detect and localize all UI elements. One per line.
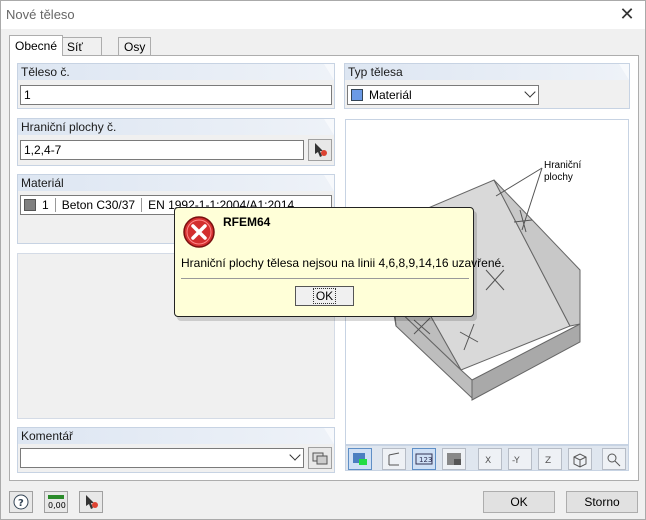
view-z-icon: Z <box>545 456 551 466</box>
cancel-button[interactable]: Storno <box>566 491 638 513</box>
boundary-annotation: Hraniční plochy <box>544 160 582 183</box>
svg-text:X: X <box>485 456 491 466</box>
material-name: Beton C30/37 <box>61 198 136 212</box>
comment-label: Komentář <box>18 428 334 444</box>
error-icon <box>183 216 215 248</box>
body-type-value: Materiál <box>369 88 412 102</box>
pick-surfaces-button[interactable] <box>308 139 332 161</box>
svg-text:123: 123 <box>419 456 432 464</box>
tab-mesh[interactable]: Síť prvků <box>61 37 103 68</box>
view-x-icon: X <box>485 456 491 466</box>
view-x-button[interactable]: X <box>478 448 502 470</box>
error-dialog-title: RFEM64 <box>223 215 271 229</box>
zero-values-button[interactable]: 0,00 <box>44 491 68 513</box>
material-number: 1 <box>42 198 49 212</box>
svg-text:?: ? <box>18 498 24 509</box>
tab-axes[interactable]: Osy <box>118 37 152 55</box>
numbering-icon: 123 <box>415 453 433 465</box>
svg-text:0,00: 0,00 <box>48 501 66 510</box>
axis-button[interactable] <box>382 448 406 470</box>
zoom-button[interactable] <box>602 448 626 470</box>
preview-toolbar: 123 X -Y Z <box>345 445 629 471</box>
tab-general[interactable]: Obecné <box>9 35 64 56</box>
close-icon[interactable]: ✕ <box>617 4 637 24</box>
zoom-icon <box>607 453 621 467</box>
surface-button[interactable] <box>442 448 466 470</box>
iso-view-button[interactable] <box>568 448 592 470</box>
chevron-down-icon <box>289 449 301 461</box>
body-type-group: Typ tělesa Materiál <box>344 63 630 109</box>
dialog-window: Nové těleso ✕ Obecné Síť prvků Osy Těles… <box>0 0 646 520</box>
pick-button[interactable] <box>79 491 103 513</box>
ok-button[interactable]: OK <box>483 491 555 513</box>
chevron-down-icon <box>524 86 536 98</box>
numeric-icon: 0,00 <box>48 495 66 510</box>
boundary-surfaces-input[interactable]: 1,2,4-7 <box>20 140 304 160</box>
error-ok-button[interactable]: OK <box>295 286 354 306</box>
title-bar: Nové těleso ✕ <box>1 1 645 29</box>
material-swatch <box>24 199 36 211</box>
comment-group: Komentář <box>17 427 335 473</box>
body-type-swatch <box>351 89 363 101</box>
comment-library-button[interactable] <box>308 447 332 469</box>
error-dialog: RFEM64 Hraniční plochy tělesa nejsou na … <box>174 207 505 317</box>
comment-library-icon <box>312 452 328 465</box>
view-minus-y-icon: -Y <box>512 456 520 466</box>
modal-divider <box>181 278 469 279</box>
render-mode-button[interactable] <box>348 448 372 470</box>
svg-text:-Y: -Y <box>512 456 520 466</box>
surface-icon <box>447 453 461 465</box>
view-minus-y-button[interactable]: -Y <box>508 448 532 470</box>
error-message: Hraniční plochy tělesa nejsou na linii 4… <box>181 256 505 270</box>
svg-text:Z: Z <box>545 456 551 466</box>
body-number-input[interactable]: 1 <box>20 85 332 105</box>
window-title: Nové těleso <box>6 7 75 22</box>
pick-icon <box>315 143 327 157</box>
numbering-button[interactable]: 123 <box>412 448 436 470</box>
boundary-surfaces-group: Hraniční plochy č. 1,2,4-7 <box>17 118 335 166</box>
material-label: Materiál <box>18 175 334 191</box>
body-number-label: Těleso č. <box>18 64 334 80</box>
body-number-group: Těleso č. 1 <box>17 63 335 109</box>
pick-icon <box>86 495 98 509</box>
comment-input[interactable] <box>20 448 304 468</box>
body-type-select[interactable]: Materiál <box>347 85 539 105</box>
view-z-button[interactable]: Z <box>538 448 562 470</box>
boundary-surfaces-label: Hraniční plochy č. <box>18 119 334 135</box>
render-mode-icon <box>353 453 367 465</box>
body-type-label: Typ tělesa <box>345 64 629 80</box>
iso-view-icon <box>573 453 587 468</box>
help-button[interactable]: ? <box>9 491 33 513</box>
axis-icon <box>388 452 400 466</box>
help-icon: ? <box>13 494 29 510</box>
